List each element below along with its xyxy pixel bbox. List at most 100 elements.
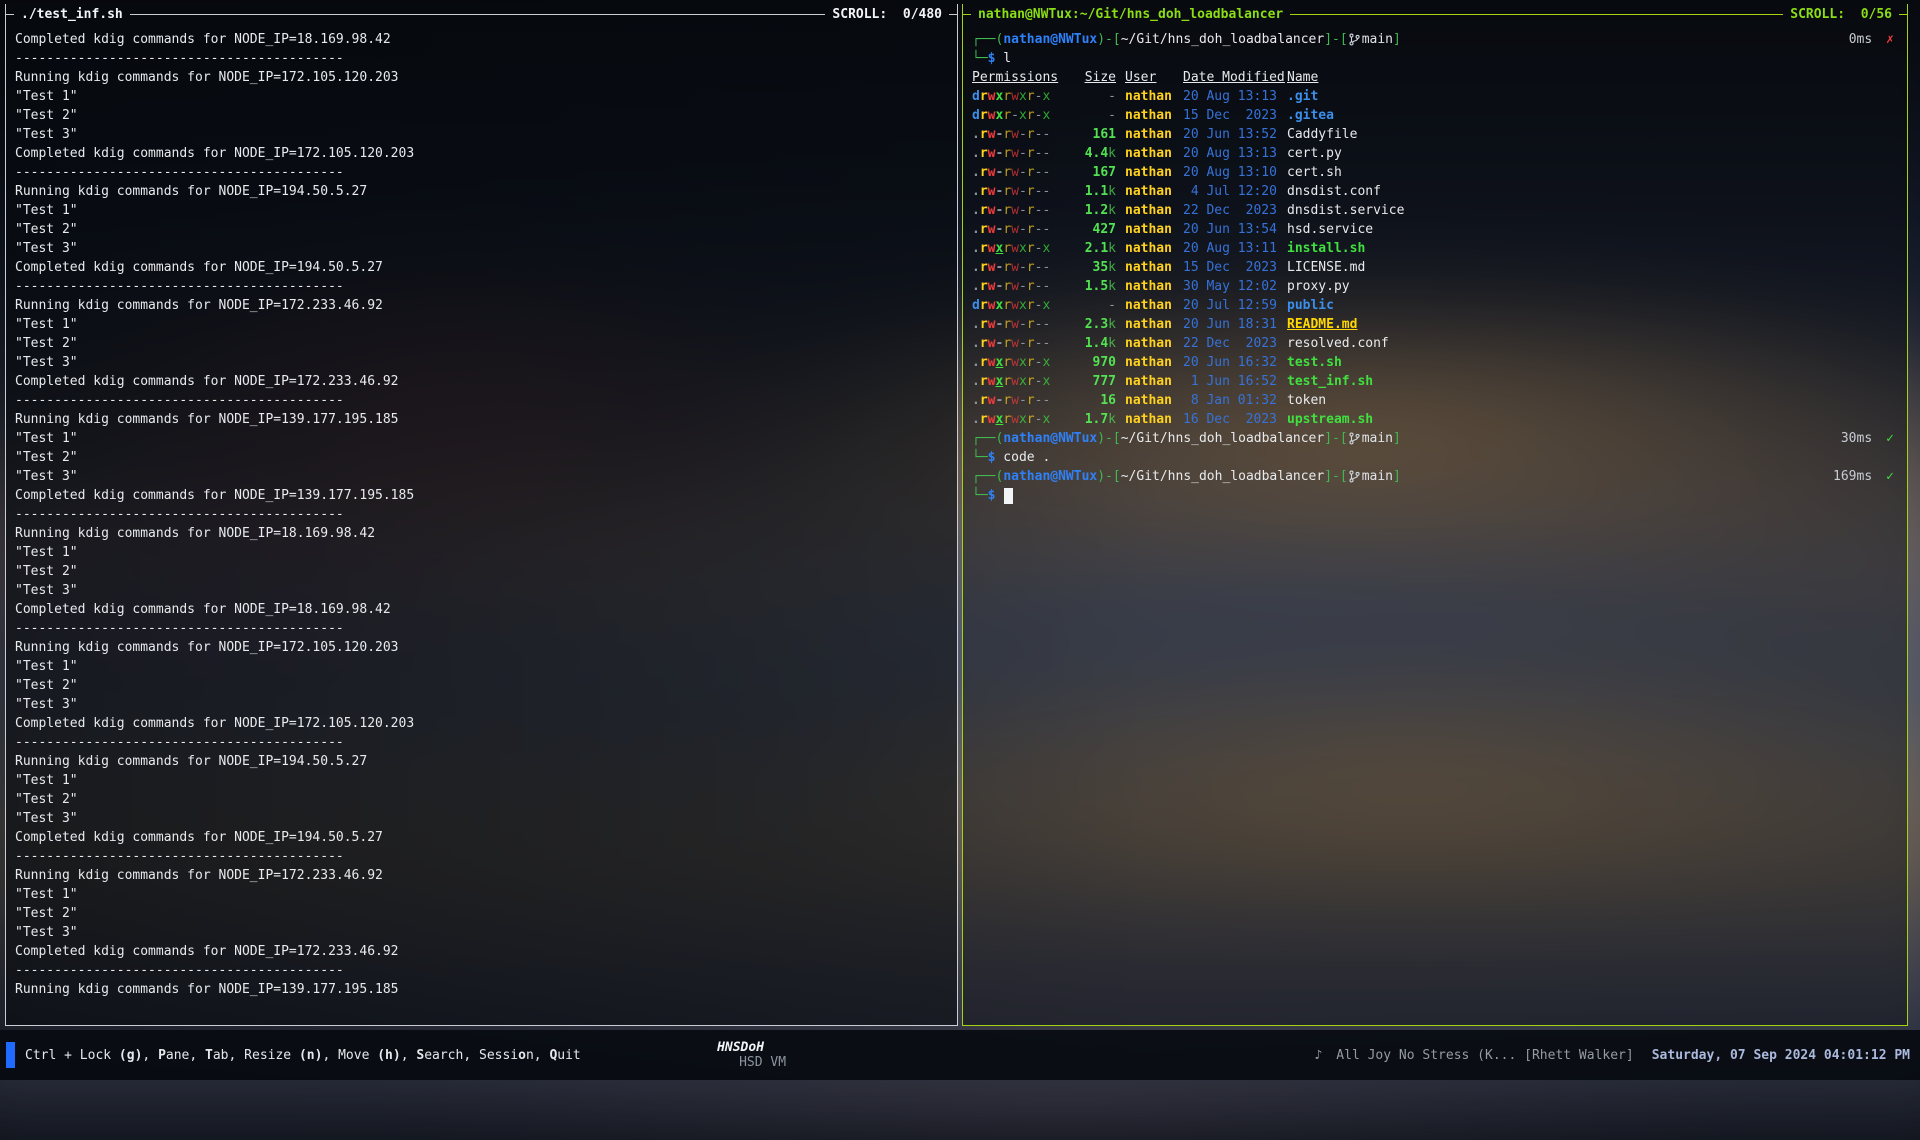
left-pane-title: ./test_inf.sh bbox=[14, 7, 130, 22]
terminal-line: "Test 2" bbox=[15, 562, 948, 581]
file-date: 20 Jun 13:52 bbox=[1183, 125, 1287, 144]
keybind-hint-segment: earch, Sessi bbox=[424, 1048, 518, 1063]
keybind-hints: Ctrl + Lock (g), Pane, Tab, Resize (n), … bbox=[25, 1048, 581, 1063]
file-listing: PermissionsSizeUserDate ModifiedNamedrwx… bbox=[972, 68, 1898, 429]
border-segment bbox=[963, 14, 971, 15]
file-owner: nathan bbox=[1125, 391, 1183, 410]
size-field: 4.4k bbox=[1085, 146, 1116, 161]
size-field: 970 bbox=[1093, 355, 1116, 370]
size-field: - bbox=[1108, 108, 1116, 123]
terminal-line: ----------------------------------------… bbox=[15, 505, 948, 524]
file-date: 4 Jul 12:20 bbox=[1183, 182, 1287, 201]
permissions-field: .rw-rw-r-- bbox=[972, 184, 1050, 199]
file-owner: nathan bbox=[1125, 125, 1183, 144]
permissions-field: drwxrwxr-x bbox=[972, 298, 1050, 313]
prompt-git-branch: main bbox=[1362, 429, 1393, 448]
session-name: HNSDoH bbox=[717, 1040, 764, 1055]
terminal-line: ----------------------------------------… bbox=[15, 733, 948, 752]
prompt-path: ~/Git/hns_doh_loadbalancer bbox=[1121, 467, 1325, 486]
file-row: .rw-rw-r--167nathan20 Aug 13:10cert.sh bbox=[972, 163, 1898, 182]
file-name: LICENSE.md bbox=[1287, 258, 1898, 277]
file-date: 16 Dec 2023 bbox=[1183, 410, 1287, 429]
file-row: drwxrwxr-x-nathan20 Aug 13:13.git bbox=[972, 87, 1898, 106]
terminal-line: "Test 2" bbox=[15, 676, 948, 695]
size-field: 35k bbox=[1093, 260, 1116, 275]
file-row: .rw-rw-r--2.3knathan20 Jun 18:31README.m… bbox=[972, 315, 1898, 334]
terminal-line: "Test 1" bbox=[15, 315, 948, 334]
terminal-line: "Test 3" bbox=[15, 809, 948, 828]
keybind-hint-segment: , bbox=[142, 1048, 158, 1063]
right-pane-frame-top: nathan@NWTux:~/Git/hns_doh_loadbalancer … bbox=[963, 4, 1907, 24]
cross-icon: ✗ bbox=[1872, 32, 1894, 47]
file-date: 20 Jun 18:31 bbox=[1183, 315, 1287, 334]
listing-header-row: PermissionsSizeUserDate ModifiedName bbox=[972, 68, 1898, 87]
file-name: upstream.sh bbox=[1287, 410, 1898, 429]
file-owner: nathan bbox=[1125, 106, 1183, 125]
terminal-line: Running kdig commands for NODE_IP=194.50… bbox=[15, 182, 948, 201]
file-name: .gitea bbox=[1287, 106, 1898, 125]
border-segment bbox=[1899, 14, 1907, 15]
file-row: .rw-rw-r--1.2knathan22 Dec 2023dnsdist.s… bbox=[972, 201, 1898, 220]
prompt-path: ~/Git/hns_doh_loadbalancer bbox=[1121, 429, 1325, 448]
permissions-field: .rw-rw-r-- bbox=[972, 279, 1050, 294]
terminal-line: "Test 1" bbox=[15, 201, 948, 220]
terminal-line: ----------------------------------------… bbox=[15, 49, 948, 68]
listing-header: Date Modified bbox=[1183, 68, 1287, 87]
file-owner: nathan bbox=[1125, 239, 1183, 258]
prompt-input-line: └─$ bbox=[972, 486, 1898, 505]
prompt-block-3: ┌──(nathan@NWTux)-[~/Git/hns_doh_loadbal… bbox=[972, 467, 1898, 505]
file-date: 20 Aug 13:11 bbox=[1183, 239, 1287, 258]
permissions-field: .rw-rw-r-- bbox=[972, 127, 1050, 142]
file-name: README.md bbox=[1287, 315, 1898, 334]
permissions-field: .rw-rw-r-- bbox=[972, 393, 1050, 408]
file-row: .rwxrwxr-x970nathan20 Jun 16:32test.sh bbox=[972, 353, 1898, 372]
keybind-hint-segment: Ctrl + Lock bbox=[25, 1048, 119, 1063]
terminal-pane-left[interactable]: ./test_inf.sh SCROLL: 0/480 Completed kd… bbox=[5, 4, 958, 1026]
prompt-symbol: $ bbox=[988, 486, 996, 505]
host-label: HSD VM bbox=[739, 1055, 786, 1070]
permissions-field: .rw-rw-r-- bbox=[972, 336, 1050, 351]
file-date: 15 Dec 2023 bbox=[1183, 258, 1287, 277]
size-field: 1.5k bbox=[1085, 279, 1116, 294]
size-field: 1.2k bbox=[1085, 203, 1116, 218]
file-name: resolved.conf bbox=[1287, 334, 1898, 353]
file-owner: nathan bbox=[1125, 410, 1183, 429]
border-segment bbox=[1290, 14, 1783, 15]
border-segment bbox=[6, 14, 14, 15]
git-branch-icon bbox=[1349, 470, 1360, 483]
prompt-symbol: $ bbox=[988, 448, 996, 467]
file-date: 8 Jan 01:32 bbox=[1183, 391, 1287, 410]
terminal-line: Completed kdig commands for NODE_IP=172.… bbox=[15, 144, 948, 163]
file-row: .rw-rw-r--1.5knathan30 May 12:02proxy.py bbox=[972, 277, 1898, 296]
size-field: 161 bbox=[1093, 127, 1116, 142]
size-field: 2.1k bbox=[1085, 241, 1116, 256]
file-date: 15 Dec 2023 bbox=[1183, 106, 1287, 125]
prompt-symbol: $ bbox=[988, 49, 996, 68]
file-name: cert.py bbox=[1287, 144, 1898, 163]
status-bar: Ctrl + Lock (g), Pane, Tab, Resize (n), … bbox=[0, 1030, 1920, 1080]
terminal-line: "Test 1" bbox=[15, 429, 948, 448]
file-row: .rwxrwxr-x2.1knathan20 Aug 13:11install.… bbox=[972, 239, 1898, 258]
keybind-hint-segment: o bbox=[518, 1048, 526, 1063]
keybind-hint-segment: (g) bbox=[119, 1048, 142, 1063]
file-name: cert.sh bbox=[1287, 163, 1898, 182]
terminal-line: Completed kdig commands for NODE_IP=194.… bbox=[15, 258, 948, 277]
prompt-input-line: └─$ code . bbox=[972, 448, 1898, 467]
file-name: proxy.py bbox=[1287, 277, 1898, 296]
size-field: - bbox=[1108, 298, 1116, 313]
file-name: Caddyfile bbox=[1287, 125, 1898, 144]
file-owner: nathan bbox=[1125, 201, 1183, 220]
terminal-line: "Test 3" bbox=[15, 353, 948, 372]
file-date: 20 Jul 12:59 bbox=[1183, 296, 1287, 315]
terminal-line: Running kdig commands for NODE_IP=194.50… bbox=[15, 752, 948, 771]
command-text bbox=[995, 486, 1003, 505]
terminal-pane-right[interactable]: nathan@NWTux:~/Git/hns_doh_loadbalancer … bbox=[962, 4, 1908, 1026]
text-cursor[interactable] bbox=[1004, 488, 1013, 504]
file-owner: nathan bbox=[1125, 353, 1183, 372]
terminal-line: "Test 2" bbox=[15, 790, 948, 809]
prompt-path: ~/Git/hns_doh_loadbalancer bbox=[1121, 30, 1325, 49]
file-owner: nathan bbox=[1125, 334, 1183, 353]
file-owner: nathan bbox=[1125, 87, 1183, 106]
size-field: 16 bbox=[1100, 393, 1116, 408]
size-field: 167 bbox=[1093, 165, 1116, 180]
